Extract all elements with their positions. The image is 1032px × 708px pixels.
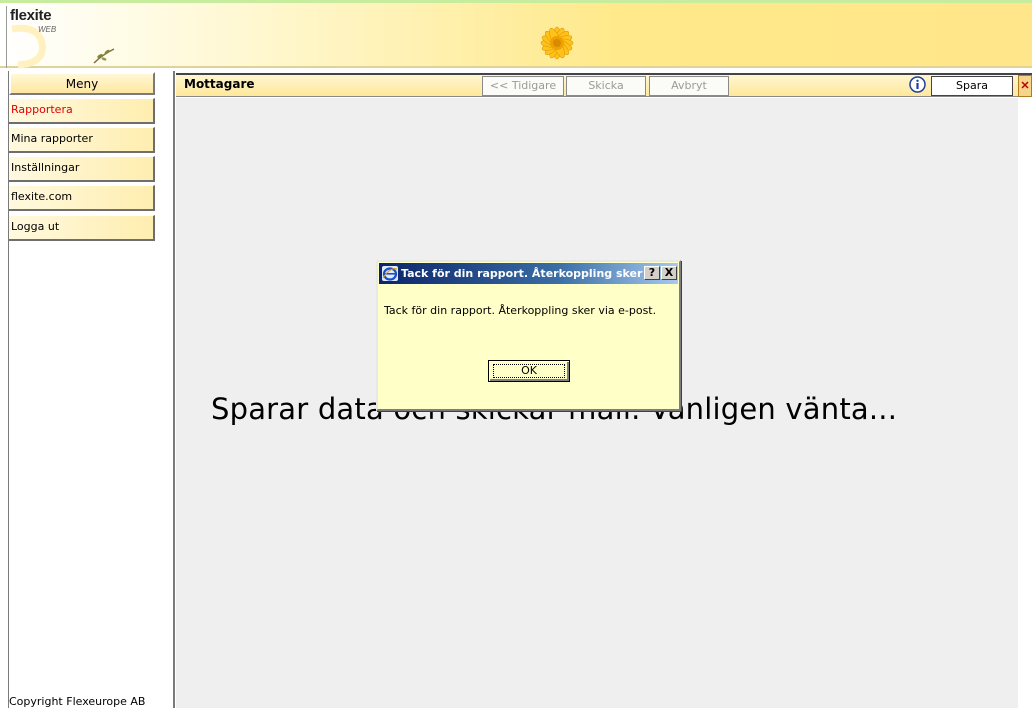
send-button[interactable]: Skicka <box>566 76 646 96</box>
internet-explorer-icon <box>382 266 398 281</box>
banner-frame <box>6 6 1032 68</box>
cancel-button[interactable]: Avbryt <box>649 76 729 96</box>
menu-title: Meny <box>9 72 155 95</box>
header-banner: flexite WEB <box>0 0 1032 69</box>
help-button[interactable]: ? <box>644 266 660 280</box>
focus-outline <box>493 364 565 378</box>
dialog-titlebar[interactable]: Tack för din rapport. Återkoppling sker … <box>379 263 678 284</box>
sidebar-item-installningar[interactable]: Inställningar <box>9 156 155 182</box>
toolbar: Mottagare << Tidigare Skicka Avbryt Spar… <box>176 73 1032 97</box>
sidebar-item-flexite-com[interactable]: flexite.com <box>9 185 155 211</box>
dialog-close-button[interactable]: X <box>661 266 677 280</box>
logo-text: flexite <box>10 7 52 24</box>
page-title: Mottagare <box>184 77 255 91</box>
right-margin <box>1018 98 1032 708</box>
sidebar-item-rapportera[interactable]: Rapportera <box>9 98 155 124</box>
save-button[interactable]: Spara <box>931 76 1013 96</box>
info-icon[interactable] <box>909 76 926 93</box>
sidebar-menu: Meny Rapportera Mina rapporter Inställni… <box>8 71 175 708</box>
sidebar-item-logga-ut[interactable]: Logga ut <box>9 215 155 241</box>
dialog-message: Tack för din rapport. Återkoppling sker … <box>384 304 657 317</box>
ok-button[interactable]: OK <box>488 360 570 382</box>
sprig-icon <box>93 48 115 64</box>
alert-dialog: Tack för din rapport. Återkoppling sker … <box>376 260 681 411</box>
previous-button[interactable]: << Tidigare <box>482 76 564 96</box>
dialog-title: Tack för din rapport. Återkoppling sker … <box>401 267 666 280</box>
sidebar-item-mina-rapporter[interactable]: Mina rapporter <box>9 127 155 153</box>
logo-subtext: WEB <box>38 25 57 34</box>
sunflower-icon <box>540 26 574 60</box>
copyright-text: Copyright Flexeurope AB <box>9 695 146 708</box>
exit-icon[interactable] <box>1018 75 1032 97</box>
